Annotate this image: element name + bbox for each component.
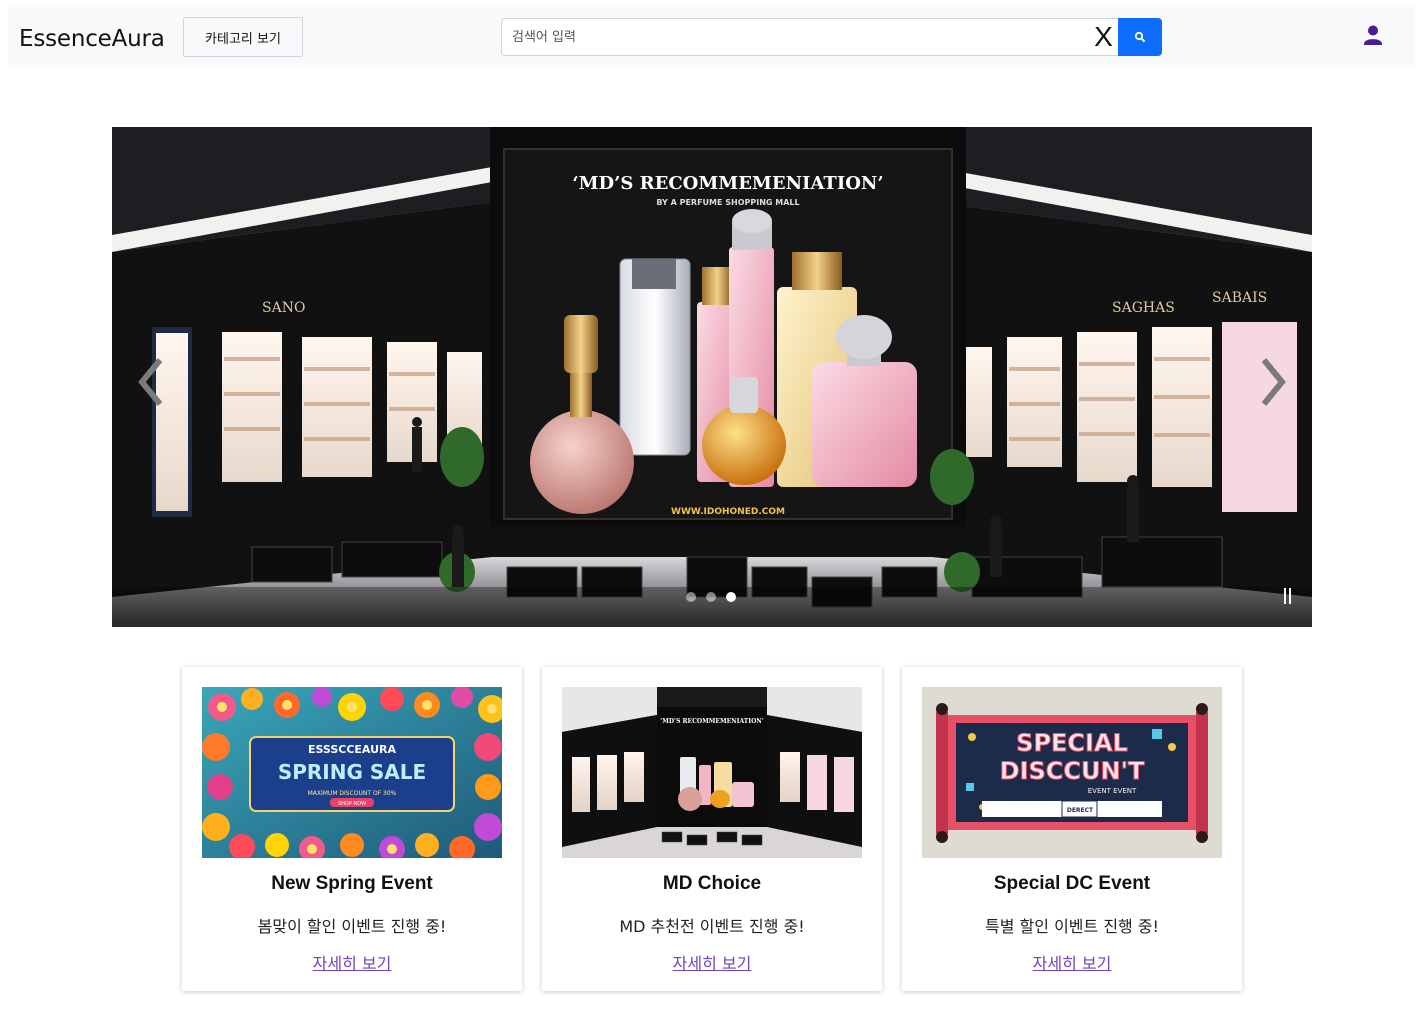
search-icon bbox=[1134, 31, 1146, 43]
card-title: New Spring Event bbox=[271, 873, 433, 894]
banner-tag: DERECT bbox=[1067, 807, 1094, 814]
search-bar: X bbox=[501, 18, 1162, 56]
store-sign-center: SAGHAS bbox=[1112, 300, 1175, 316]
event-card-special-dc: SPECIAL DISCCUN'T EVENT EVENT DERECT Spe… bbox=[902, 667, 1242, 991]
card-details-link[interactable]: 자세히 보기 bbox=[542, 950, 882, 974]
card-title: Special DC Event bbox=[993, 873, 1151, 894]
md-choice-banner: ‘MD’S RECOMMEMENIATION’ bbox=[562, 687, 862, 858]
banner-title-bottom: DISCCUN'T bbox=[1000, 757, 1145, 785]
brand-logo[interactable]: EssenceAura bbox=[19, 25, 165, 53]
search-button[interactable] bbox=[1118, 18, 1162, 56]
banner-discount: MAXIMUM DISCOUNT OF 30% bbox=[308, 790, 397, 797]
slide-heading: ‘MD’S RECOMMEMENIATION’ bbox=[572, 173, 883, 194]
slide-url: WWW.IDOHONED.COM bbox=[671, 507, 785, 517]
banner-title-top: SPECIAL bbox=[1016, 729, 1128, 757]
spring-sale-banner: ESSSCCEAURA SPRING SALE MAXIMUM DISCOUNT… bbox=[202, 687, 502, 858]
slide-subheading: BY A PERFUME SHOPPING MALL bbox=[656, 198, 799, 207]
carousel-indicator-3[interactable] bbox=[726, 592, 736, 602]
top-navbar: EssenceAura 카테고리 보기 X bbox=[8, 7, 1415, 67]
user-icon[interactable] bbox=[1362, 24, 1384, 48]
carousel-indicator-1[interactable] bbox=[686, 592, 696, 602]
banner-cta: SHOP NOW bbox=[338, 801, 366, 807]
carousel-next-button[interactable] bbox=[1252, 352, 1292, 412]
card-description: 특별 할인 이벤트 진행 중! bbox=[985, 917, 1159, 936]
card-description: MD 추천전 이벤트 진행 중! bbox=[619, 917, 805, 936]
banner-brand: ESSSCCEAURA bbox=[308, 743, 397, 756]
card-description: 봄맞이 할인 이벤트 진행 중! bbox=[257, 917, 447, 936]
category-button[interactable]: 카테고리 보기 bbox=[183, 17, 303, 57]
carousel-prev-button[interactable] bbox=[132, 352, 172, 412]
card-title: MD Choice bbox=[662, 873, 762, 894]
event-card-spring: ESSSCCEAURA SPRING SALE MAXIMUM DISCOUNT… bbox=[182, 667, 522, 991]
search-input[interactable] bbox=[501, 18, 1089, 56]
card-details-link[interactable]: 자세히 보기 bbox=[182, 950, 522, 974]
clear-search-button[interactable]: X bbox=[1089, 18, 1118, 56]
store-sign-right: SABAIS bbox=[1212, 290, 1267, 306]
card-details-link[interactable]: 자세히 보기 bbox=[902, 950, 1242, 974]
carousel-indicator-2[interactable] bbox=[706, 592, 716, 602]
banner-subtitle: EVENT EVENT bbox=[1088, 787, 1137, 795]
banner-title: SPRING SALE bbox=[278, 760, 426, 784]
carousel-indicators bbox=[686, 592, 736, 602]
hero-carousel: SANO SAGHAS SABAIS ‘MD’S RECOMMEMENIATIO… bbox=[112, 127, 1312, 627]
special-discount-banner: SPECIAL DISCCUN'T EVENT EVENT DERECT bbox=[922, 687, 1222, 858]
hero-slide-image: SANO SAGHAS SABAIS ‘MD’S RECOMMEMENIATIO… bbox=[112, 127, 1312, 627]
event-card-md-choice: ‘MD’S RECOMMEMENIATION’ MD Choice MD 추천전… bbox=[542, 667, 882, 991]
carousel-pause-button[interactable] bbox=[1282, 586, 1294, 606]
banner-heading: ‘MD’S RECOMMEMENIATION’ bbox=[660, 718, 764, 725]
store-sign-left: SANO bbox=[262, 300, 305, 316]
